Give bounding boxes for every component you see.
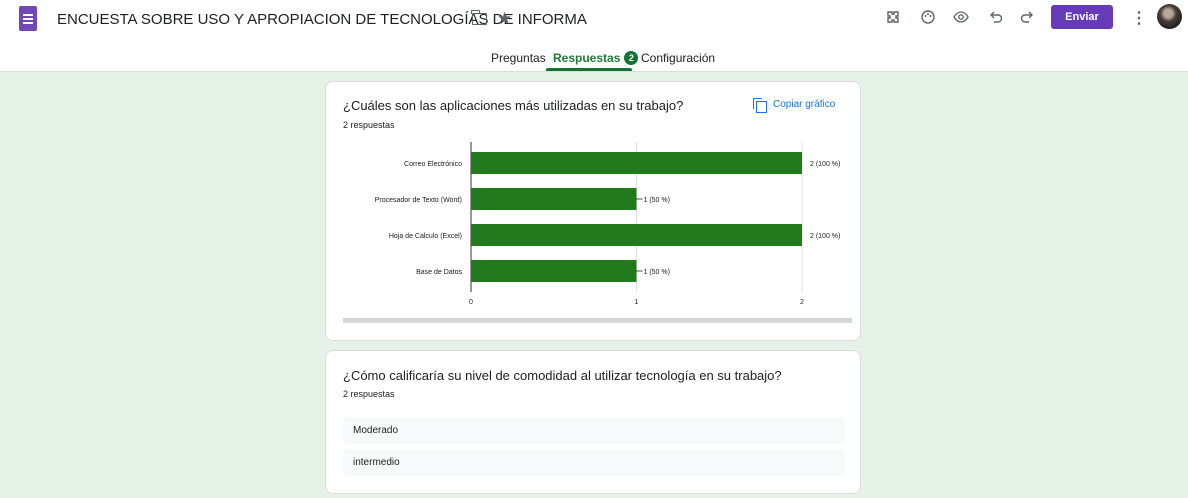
tab-settings[interactable]: Configuración bbox=[641, 51, 715, 65]
bar bbox=[471, 260, 637, 282]
x-tick-label: 2 bbox=[800, 299, 804, 306]
bar bbox=[471, 188, 637, 210]
question-summary-card: ¿Cuáles son las aplicaciones más utiliza… bbox=[325, 81, 861, 341]
responses-count-badge: 2 bbox=[624, 51, 639, 65]
palette-icon[interactable] bbox=[917, 6, 939, 28]
preview-icon[interactable] bbox=[950, 6, 972, 28]
response-count: 2 respuestas bbox=[343, 389, 395, 399]
tab-bar: Preguntas Respuestas 2 Configuración bbox=[0, 46, 1188, 72]
tab-responses[interactable]: Respuestas 2 bbox=[553, 51, 639, 65]
category-label: Correo Electrónico bbox=[404, 161, 462, 168]
data-label: 2 (100 %) bbox=[810, 161, 840, 168]
question-title: ¿Cómo calificaría su nivel de comodidad … bbox=[343, 368, 782, 383]
forms-logo-icon[interactable] bbox=[19, 6, 37, 31]
folder-icon[interactable] bbox=[471, 10, 487, 25]
more-vert-icon[interactable]: ⋮ bbox=[1131, 8, 1147, 28]
x-tick-label: 0 bbox=[469, 299, 473, 306]
redo-icon[interactable] bbox=[1016, 6, 1038, 28]
bar bbox=[471, 152, 802, 174]
x-tick-label: 1 bbox=[635, 299, 639, 306]
bar bbox=[471, 224, 802, 246]
data-label: 1 (50 %) bbox=[644, 269, 670, 276]
horizontal-scrollbar[interactable] bbox=[343, 318, 852, 323]
tab-questions[interactable]: Preguntas bbox=[491, 51, 546, 65]
bar-chart: 0 1 2 Correo Electrónico 2 (100 %) Procesador… bbox=[375, 142, 840, 306]
category-label: Procesador de Texto (Word) bbox=[375, 197, 462, 204]
active-tab-indicator bbox=[546, 68, 632, 71]
tab-responses-label: Respuestas bbox=[553, 51, 621, 65]
answer-item: intermedio bbox=[343, 449, 845, 476]
data-label: 2 (100 %) bbox=[810, 233, 840, 240]
star-icon[interactable]: ★ bbox=[497, 9, 512, 29]
app-header: ENCUESTA SOBRE USO Y APROPIACION DE TECN… bbox=[0, 0, 1188, 72]
customize-icon[interactable] bbox=[882, 6, 904, 28]
category-label: Base de Datos bbox=[416, 269, 462, 276]
question-text-card: ¿Cómo calificaría su nivel de comodidad … bbox=[325, 350, 861, 494]
category-label: Hoja de Calculo (Excel) bbox=[389, 233, 462, 240]
data-label: 1 (50 %) bbox=[644, 197, 670, 204]
undo-icon[interactable] bbox=[985, 6, 1007, 28]
answer-item: Moderado bbox=[343, 417, 845, 444]
send-button[interactable]: Enviar bbox=[1051, 5, 1113, 29]
avatar[interactable] bbox=[1157, 4, 1182, 29]
